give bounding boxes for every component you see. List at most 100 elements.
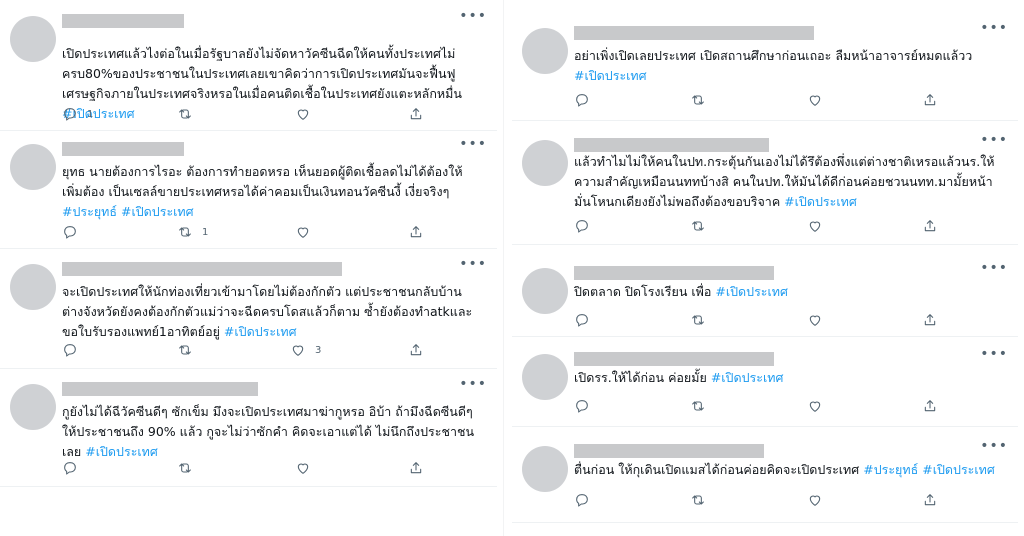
like-button[interactable] [807, 492, 832, 508]
more-options-icon[interactable]: ••• [459, 8, 487, 24]
reply-button[interactable] [62, 224, 87, 240]
like-button[interactable] [295, 106, 320, 122]
share-button[interactable] [922, 398, 938, 414]
reply-icon [64, 108, 76, 121]
avatar[interactable] [10, 144, 56, 190]
reply-button[interactable] [574, 312, 599, 328]
tweet-card[interactable]: ••• ตื่นก่อน ให้กุเดินเปิดแมสได้ก่อนค่อย… [512, 434, 1018, 523]
more-options-icon[interactable]: ••• [980, 260, 1008, 276]
hashtag[interactable]: #เปิดประเทศ [711, 370, 784, 385]
more-options-icon[interactable]: ••• [980, 20, 1008, 36]
like-button[interactable] [807, 218, 832, 234]
avatar[interactable] [10, 384, 56, 430]
tweet-card[interactable]: ••• เปิดประเทศแล้วไงต่อในเมื่อรัฐบาลยังไ… [0, 4, 497, 131]
retweet-icon [692, 495, 704, 505]
share-button[interactable] [922, 492, 938, 508]
tweet-actions [574, 218, 954, 238]
share-button[interactable] [922, 92, 938, 108]
hashtag[interactable]: #ประยุทธ์ #เปิดประเทศ [62, 204, 194, 219]
avatar[interactable] [522, 28, 568, 74]
reply-button[interactable] [574, 92, 599, 108]
tweet-card[interactable]: ••• ยุทธ นายต้องการไรอะ ต้องการทำยอดหรอ … [0, 132, 497, 249]
share-icon [410, 462, 422, 474]
tweet-actions: 1 [62, 224, 442, 244]
reply-icon [576, 494, 588, 507]
more-options-icon[interactable]: ••• [980, 346, 1008, 362]
tweet-card[interactable]: ••• ปิดตลาด ปิดโรงเรียน เพื่อ #เปิดประเท… [512, 256, 1018, 337]
avatar[interactable] [522, 354, 568, 400]
retweet-icon [179, 109, 191, 119]
heart-icon [809, 221, 821, 232]
tweet-card[interactable]: ••• แล้วทำไมไม่ให้คนในปท.กระตุ้นกันเองไม… [512, 128, 1018, 245]
more-options-icon[interactable]: ••• [459, 256, 487, 272]
hashtag[interactable]: #ประยุทธ์ #เปิดประเทศ [863, 462, 995, 477]
avatar[interactable] [522, 268, 568, 314]
more-options-icon[interactable]: ••• [980, 132, 1008, 148]
reply-button[interactable] [62, 460, 87, 476]
like-button[interactable] [295, 224, 320, 240]
redacted-username [574, 266, 774, 280]
like-button[interactable] [295, 460, 320, 476]
redacted-username [574, 138, 769, 152]
retweet-button[interactable]: 1 [177, 224, 208, 240]
retweet-count: 1 [202, 226, 209, 238]
avatar[interactable] [10, 16, 56, 62]
retweet-button[interactable] [177, 106, 202, 122]
reply-button[interactable] [574, 492, 599, 508]
tweet-body: ยุทธ นายต้องการไรอะ ต้องการทำยอดหรอ เห็น… [62, 164, 463, 199]
heart-icon [297, 109, 309, 120]
retweet-button[interactable] [690, 218, 715, 234]
tweet-text: ปิดตลาด ปิดโรงเรียน เพื่อ #เปิดประเทศ [574, 282, 999, 302]
retweet-icon [692, 401, 704, 411]
heart-icon [809, 315, 821, 326]
hashtag[interactable]: #เปิดประเทศ [224, 324, 297, 339]
avatar[interactable] [10, 264, 56, 310]
reply-icon [576, 400, 588, 413]
retweet-button[interactable] [690, 398, 715, 414]
reply-button[interactable] [574, 218, 599, 234]
share-icon [410, 108, 422, 120]
tweet-card[interactable]: ••• เปิดรร.ให้ได้ก่อน ค่อยมั้ย #เปิดประเ… [512, 342, 1018, 427]
share-button[interactable] [408, 460, 424, 476]
avatar[interactable] [522, 446, 568, 492]
retweet-button[interactable] [690, 312, 715, 328]
reply-button[interactable] [62, 342, 87, 358]
more-options-icon[interactable]: ••• [980, 438, 1008, 454]
tweet-body: อย่าเพิ่งเปิดเลยประเทศ เปิดสถานศึกษาก่อน… [574, 48, 973, 63]
more-options-icon[interactable]: ••• [459, 376, 487, 392]
share-button[interactable] [408, 224, 424, 240]
avatar[interactable] [522, 140, 568, 186]
tweet-card[interactable]: ••• จะเปิดประเทศให้นักท่องเที่ยวเข้ามาโด… [0, 252, 497, 369]
hashtag[interactable]: #เปิดประเทศ [574, 68, 647, 83]
hashtag[interactable]: #เปิดประเทศ [85, 444, 158, 459]
redacted-username [62, 382, 258, 396]
like-button[interactable]: 3 [290, 342, 321, 358]
like-button[interactable] [807, 398, 832, 414]
retweet-icon [179, 463, 191, 473]
share-button[interactable] [408, 106, 424, 122]
share-button[interactable] [922, 218, 938, 234]
share-icon [924, 94, 936, 106]
heart-icon [809, 95, 821, 106]
retweet-button[interactable] [690, 492, 715, 508]
like-button[interactable] [807, 312, 832, 328]
tweet-body: ปิดตลาด ปิดโรงเรียน เพื่อ [574, 284, 712, 299]
tweet-card[interactable]: ••• อย่าเพิ่งเปิดเลยประเทศ เปิดสถานศึกษา… [512, 16, 1018, 121]
retweet-icon [179, 345, 191, 355]
hashtag[interactable]: #เปิดประเทศ [715, 284, 788, 299]
retweet-button[interactable] [177, 342, 202, 358]
retweet-button[interactable] [177, 460, 202, 476]
tweet-body: เปิดรร.ให้ได้ก่อน ค่อยมั้ย [574, 370, 707, 385]
like-button[interactable] [807, 92, 832, 108]
retweet-button[interactable] [690, 92, 715, 108]
more-options-icon[interactable]: ••• [459, 136, 487, 152]
reply-icon [576, 94, 588, 107]
share-button[interactable] [922, 312, 938, 328]
reply-button[interactable] [574, 398, 599, 414]
retweet-icon [692, 221, 704, 231]
share-icon [924, 400, 936, 412]
hashtag[interactable]: #เปิดประเทศ [784, 194, 857, 209]
tweet-card[interactable]: ••• กูยังไม่ได้ฉีวัคซีนดีๆ ซักเข็ม มึงจะ… [0, 372, 497, 487]
share-button[interactable] [408, 342, 424, 358]
reply-button[interactable]: 1 [62, 106, 93, 122]
